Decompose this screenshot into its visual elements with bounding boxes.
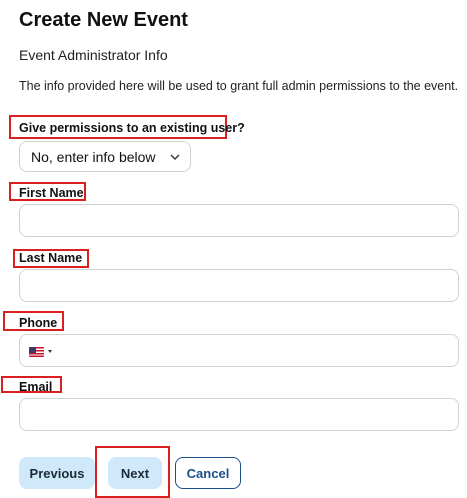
permissions-label: Give permissions to an existing user? <box>19 121 245 135</box>
section-subtitle: Event Administrator Info <box>19 47 168 63</box>
permissions-select[interactable]: No, enter info below <box>19 141 191 172</box>
phone-label: Phone <box>19 316 58 330</box>
previous-button[interactable]: Previous <box>19 457 95 489</box>
us-flag-icon[interactable] <box>29 347 44 357</box>
section-description: The info provided here will be used to g… <box>19 79 459 93</box>
first-name-input[interactable] <box>19 204 459 237</box>
page-title: Create New Event <box>19 9 188 31</box>
permissions-select-value: No, enter info below <box>31 148 156 165</box>
last-name-label: Last Name <box>19 251 83 265</box>
caret-down-icon[interactable] <box>48 350 52 353</box>
chevron-down-icon <box>170 154 180 160</box>
last-name-input[interactable] <box>19 269 459 302</box>
email-label: Email <box>19 380 53 394</box>
phone-field[interactable] <box>19 334 459 367</box>
email-input[interactable] <box>19 398 459 431</box>
cancel-button[interactable]: Cancel <box>175 457 241 489</box>
first-name-label: First Name <box>19 186 84 200</box>
next-button[interactable]: Next <box>108 457 162 489</box>
